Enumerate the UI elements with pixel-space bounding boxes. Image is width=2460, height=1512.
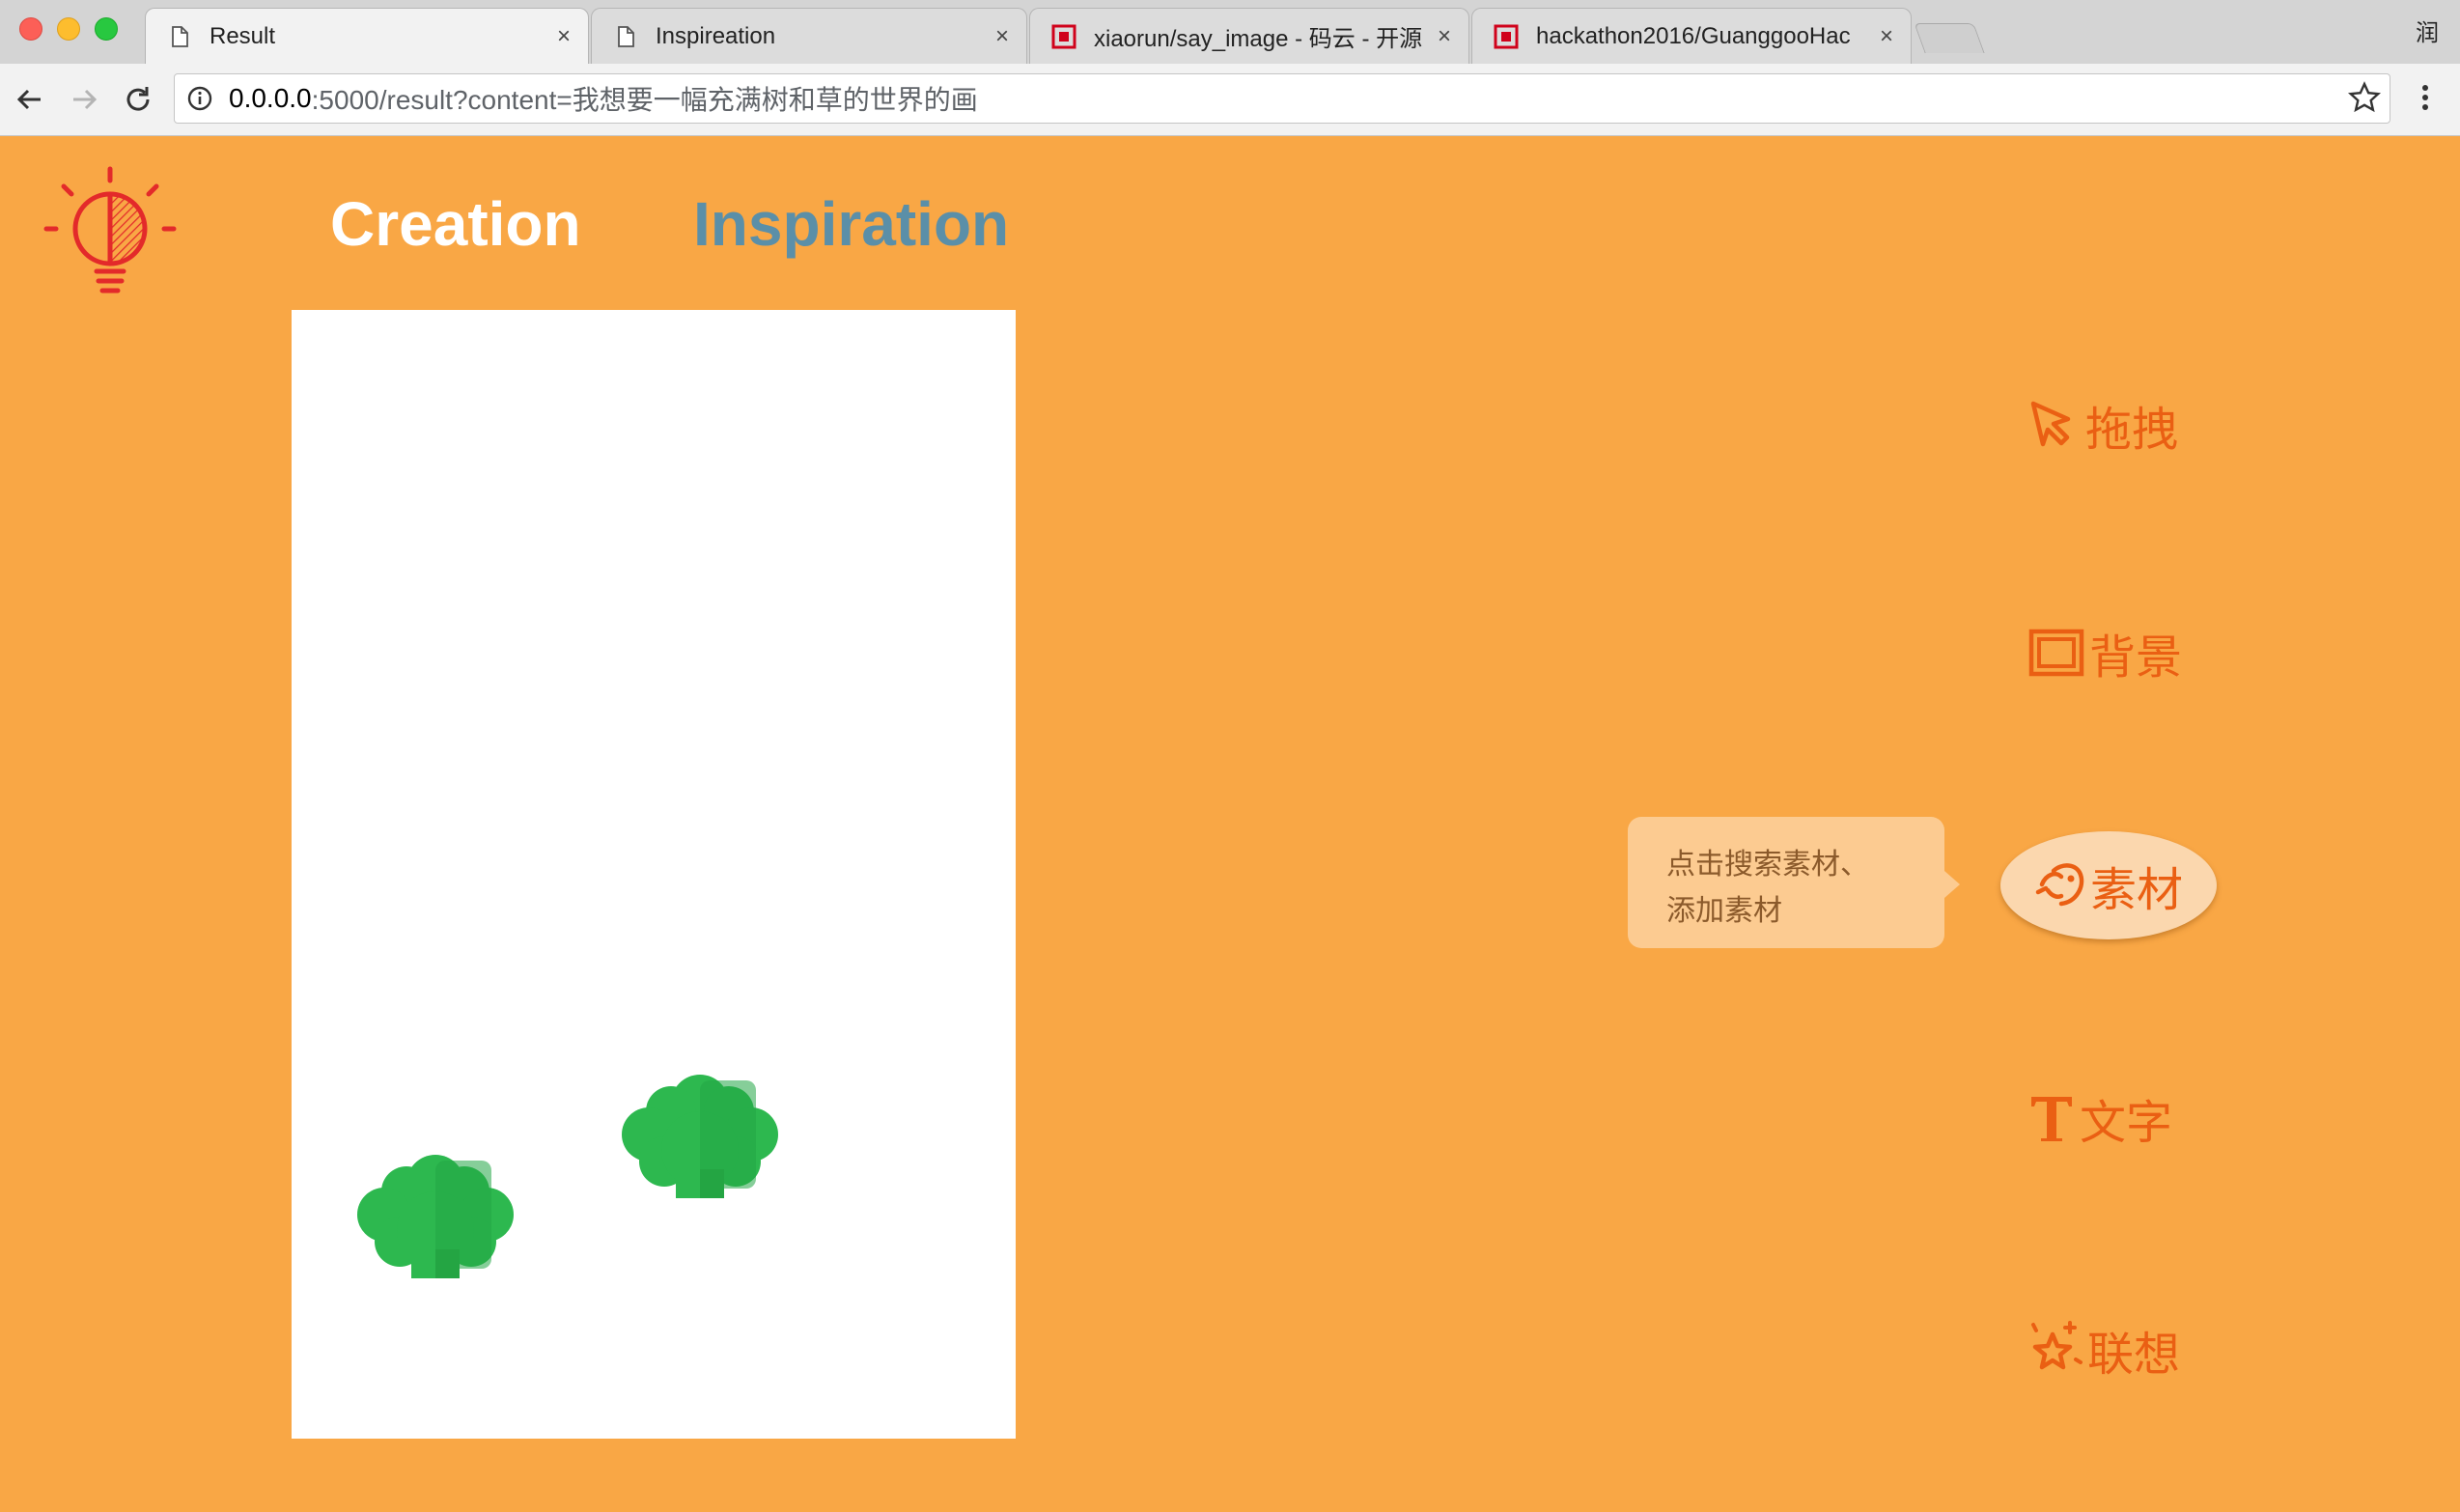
forward-arrow-icon[interactable] bbox=[68, 83, 100, 116]
tool-material[interactable]: 素材 bbox=[2000, 831, 2217, 939]
tab-inspireation[interactable]: Inspireation × bbox=[591, 8, 1027, 64]
tool-drag[interactable]: 拖拽 bbox=[2027, 391, 2178, 459]
back-arrow-icon[interactable] bbox=[14, 83, 46, 116]
more-menu-icon[interactable] bbox=[2416, 81, 2435, 114]
nav-link-inspiration[interactable]: Inspiration bbox=[693, 188, 1009, 260]
reload-icon[interactable] bbox=[122, 83, 154, 116]
minimize-window-button[interactable] bbox=[57, 17, 80, 41]
tool-background[interactable]: 背景 bbox=[2027, 619, 2182, 686]
info-icon[interactable] bbox=[186, 85, 213, 112]
close-tab-icon[interactable]: × bbox=[1880, 23, 1893, 50]
close-tab-icon[interactable]: × bbox=[995, 23, 1009, 50]
tab-label: xiaorun/say_image - 码云 - 开源 bbox=[1094, 26, 1423, 52]
url-host: 0.0.0.0 bbox=[229, 83, 312, 113]
profile-button[interactable]: 润 bbox=[2416, 14, 2439, 47]
bush-sprite[interactable] bbox=[618, 1073, 782, 1198]
text-t-icon bbox=[2031, 1097, 2072, 1141]
new-tab-button[interactable] bbox=[1914, 23, 1985, 53]
gitee-icon bbox=[1494, 24, 1519, 48]
close-window-button[interactable] bbox=[19, 17, 42, 41]
close-tab-icon[interactable]: × bbox=[1438, 23, 1451, 50]
bush-sprite[interactable] bbox=[353, 1153, 517, 1278]
tab-label: Result bbox=[210, 23, 276, 49]
tab-gitee-hackathon[interactable]: hackathon2016/GuanggooHac × bbox=[1471, 8, 1912, 64]
bird-icon bbox=[2035, 863, 2084, 907]
bookmark-star-icon[interactable] bbox=[2348, 81, 2381, 114]
address-bar[interactable]: 0.0.0.0:5000/result?content=我想要一幅充满树和草的世… bbox=[174, 73, 2390, 124]
sparkle-star-icon bbox=[2031, 1321, 2083, 1370]
page-icon bbox=[172, 26, 188, 47]
cursor-arrow-icon bbox=[2030, 401, 2071, 447]
tab-label: Inspireation bbox=[656, 22, 776, 49]
tool-text-label: 文字 bbox=[2080, 1098, 2173, 1149]
nav-link-creation[interactable]: Creation bbox=[330, 188, 581, 260]
page-body: Creation Inspiration 拖拽 背景 点击搜索素材、 添加素材 … bbox=[0, 136, 2460, 1512]
tooltip-line-1: 点击搜索素材、 bbox=[1666, 849, 1869, 881]
close-tab-icon[interactable]: × bbox=[557, 23, 571, 50]
browser-toolbar: 0.0.0.0:5000/result?content=我想要一幅充满树和草的世… bbox=[0, 64, 2460, 136]
tool-associate-label: 联想 bbox=[2087, 1330, 2181, 1381]
page-icon bbox=[618, 25, 634, 47]
material-tooltip: 点击搜索素材、 添加素材 bbox=[1628, 817, 1960, 948]
drawing-canvas[interactable] bbox=[292, 310, 1016, 1439]
tab-gitee-say-image[interactable]: xiaorun/say_image - 码云 - 开源 × bbox=[1029, 8, 1469, 64]
browser-tab-bar: Result × Inspireation × xiaorun/say_imag… bbox=[0, 0, 2460, 65]
tool-text[interactable]: 文字 bbox=[2027, 1084, 2172, 1152]
tool-drag-label: 拖拽 bbox=[2085, 405, 2179, 456]
tool-material-label: 素材 bbox=[2089, 865, 2183, 916]
frame-icon bbox=[2028, 629, 2084, 677]
gitee-icon bbox=[1051, 24, 1076, 48]
tool-associate[interactable]: 联想 bbox=[2027, 1316, 2180, 1384]
url-path: :5000/result?content=我想要一幅充满树和草的世界的画 bbox=[311, 85, 978, 115]
tab-result[interactable]: Result × bbox=[145, 8, 589, 65]
tool-background-label: 背景 bbox=[2089, 632, 2183, 684]
lightbulb-logo-icon[interactable] bbox=[42, 165, 178, 300]
maximize-window-button[interactable] bbox=[95, 17, 118, 41]
tab-label: hackathon2016/GuanggooHac bbox=[1536, 22, 1851, 49]
tooltip-line-2: 添加素材 bbox=[1666, 895, 1782, 927]
